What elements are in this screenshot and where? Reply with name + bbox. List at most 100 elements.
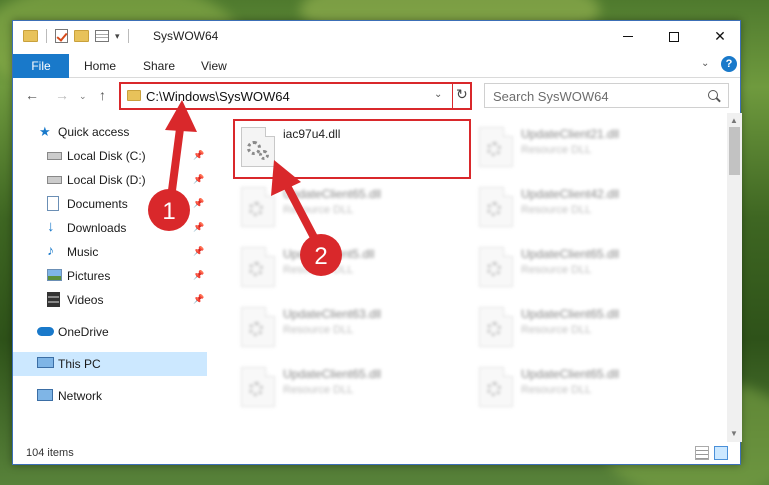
dll-file-icon <box>479 307 513 347</box>
sidebar-item-local-disk-c[interactable]: Local Disk (C:) 📌 <box>13 144 207 168</box>
gear-icon <box>249 382 263 396</box>
file-item[interactable]: UpdateClient65.dll Resource DLL <box>235 361 465 417</box>
search-icon[interactable] <box>708 90 718 100</box>
scroll-up-icon[interactable]: ▲ <box>730 116 738 125</box>
drive-icon <box>47 176 62 184</box>
dll-file-icon <box>479 187 513 227</box>
vertical-scrollbar[interactable]: ▲ ▼ <box>727 113 742 442</box>
new-folder-icon[interactable] <box>74 30 89 42</box>
minimize-icon <box>623 36 633 37</box>
separator <box>46 29 47 43</box>
file-item[interactable]: UpdateClient65.dll Resource DLL <box>473 301 703 357</box>
properties-check-icon[interactable] <box>55 29 68 43</box>
sidebar-item-music[interactable]: ♪ Music 📌 <box>13 240 207 264</box>
file-name: UpdateClient65.dll <box>283 187 382 201</box>
file-type: Resource DLL <box>521 324 592 336</box>
sidebar-item-this-pc[interactable]: This PC <box>13 352 207 376</box>
expand-ribbon-icon[interactable]: ⌄ <box>701 58 709 69</box>
gear-icon <box>487 202 501 216</box>
file-type: Resource DLL <box>283 204 354 216</box>
file-name: UpdateClient65.dll <box>283 367 382 381</box>
sidebar-item-network[interactable]: Network <box>13 384 207 408</box>
network-icon <box>37 389 53 401</box>
tab-home[interactable]: Home <box>84 59 116 73</box>
gear-icon <box>249 202 263 216</box>
separator <box>127 29 129 43</box>
pin-icon[interactable]: 📌 <box>193 270 204 281</box>
tab-share[interactable]: Share <box>143 59 175 73</box>
gear-icon <box>487 142 501 156</box>
tab-view[interactable]: View <box>201 59 227 73</box>
gear-icon <box>487 382 501 396</box>
pin-icon[interactable]: 📌 <box>193 246 204 257</box>
details-view-icon[interactable] <box>695 446 709 460</box>
folder-icon[interactable] <box>23 30 38 42</box>
address-bar[interactable]: C:\Windows\SysWOW64 ⌄ ↻ <box>119 82 472 110</box>
file-item[interactable]: UpdateClient65.dll Resource DLL <box>235 181 465 237</box>
qat-dropdown-icon[interactable]: ▾ <box>115 31 120 42</box>
dll-file-icon <box>241 307 275 347</box>
sidebar-item-label: Pictures <box>67 269 111 283</box>
sidebar-item-downloads[interactable]: ↓ Downloads 📌 <box>13 216 207 240</box>
pin-icon[interactable]: 📌 <box>193 294 204 305</box>
file-item[interactable]: UpdateClient21.dll Resource DLL <box>473 121 703 177</box>
ribbon-tabs: File Home Share View ⌄ ? <box>13 52 740 78</box>
pin-icon[interactable]: 📌 <box>193 150 204 161</box>
star-icon: ★ <box>39 124 51 139</box>
address-dropdown-icon[interactable]: ⌄ <box>434 89 442 100</box>
sidebar-item-pictures[interactable]: Pictures 📌 <box>13 264 207 288</box>
quick-access-toolbar: ▾ <box>23 29 131 43</box>
title-bar: ▾ SysWOW64 ✕ <box>13 21 740 52</box>
help-icon[interactable]: ? <box>721 56 737 72</box>
pin-icon[interactable]: 📌 <box>193 222 204 233</box>
sidebar-item-videos[interactable]: Videos 📌 <box>13 288 207 312</box>
file-type: Resource DLL <box>521 144 592 156</box>
dll-file-icon <box>479 127 513 167</box>
drive-icon <box>47 152 62 160</box>
close-button[interactable]: ✕ <box>697 21 743 52</box>
sidebar-item-onedrive[interactable]: OneDrive <box>13 320 207 344</box>
file-item[interactable]: UpdateClient65.dll Resource DLL <box>473 241 703 297</box>
tab-file[interactable]: File <box>13 54 69 78</box>
dll-file-icon <box>479 247 513 287</box>
sidebar-item-label: Local Disk (C:) <box>67 149 146 163</box>
gear-icon <box>487 322 501 336</box>
minimize-button[interactable] <box>605 21 651 52</box>
large-icons-view-icon[interactable] <box>714 446 728 460</box>
forward-button[interactable]: → <box>55 87 69 103</box>
cloud-icon <box>37 327 54 336</box>
refresh-icon[interactable]: ↻ <box>456 86 468 103</box>
address-path[interactable]: C:\Windows\SysWOW64 <box>146 89 290 104</box>
up-button[interactable]: ↑ <box>99 87 106 103</box>
sidebar-item-label: Local Disk (D:) <box>67 173 146 187</box>
gear-icon <box>249 322 263 336</box>
sidebar-item-label: OneDrive <box>58 325 109 339</box>
pin-icon[interactable]: 📌 <box>193 198 204 209</box>
file-item[interactable]: UpdateClient5.dll Resource DLL <box>235 241 465 297</box>
file-explorer-window: ▾ SysWOW64 ✕ File Home Share View ⌄ ? ← … <box>12 20 742 465</box>
customize-view-icon[interactable] <box>95 30 109 42</box>
file-type: Resource DLL <box>283 384 354 396</box>
gear-icon <box>487 262 501 276</box>
search-input[interactable]: Search SysWOW64 <box>484 83 729 108</box>
status-bar: 104 items <box>13 442 740 464</box>
dll-file-icon <box>241 367 275 407</box>
recent-locations-icon[interactable]: ⌄ <box>79 91 87 102</box>
sidebar-item-label: This PC <box>58 357 101 371</box>
pictures-icon <box>47 269 62 281</box>
back-button[interactable]: ← <box>25 87 39 103</box>
file-item[interactable]: UpdateClient65.dll Resource DLL <box>473 361 703 417</box>
item-count: 104 items <box>26 447 74 459</box>
sidebar-item-documents[interactable]: Documents 📌 <box>13 192 207 216</box>
scroll-down-icon[interactable]: ▼ <box>730 429 738 438</box>
file-type: Resource DLL <box>283 264 354 276</box>
sidebar-item-quick-access[interactable]: ★ Quick access <box>13 120 207 144</box>
scrollbar-thumb[interactable] <box>729 127 740 175</box>
file-name: UpdateClient65.dll <box>521 247 620 261</box>
file-item[interactable]: UpdateClient63.dll Resource DLL <box>235 301 465 357</box>
sidebar-item-local-disk-d[interactable]: Local Disk (D:) 📌 <box>13 168 207 192</box>
pin-icon[interactable]: 📌 <box>193 174 204 185</box>
file-item[interactable]: UpdateClient42.dll Resource DLL <box>473 181 703 237</box>
search-placeholder: Search SysWOW64 <box>493 89 609 104</box>
maximize-button[interactable] <box>651 21 697 52</box>
